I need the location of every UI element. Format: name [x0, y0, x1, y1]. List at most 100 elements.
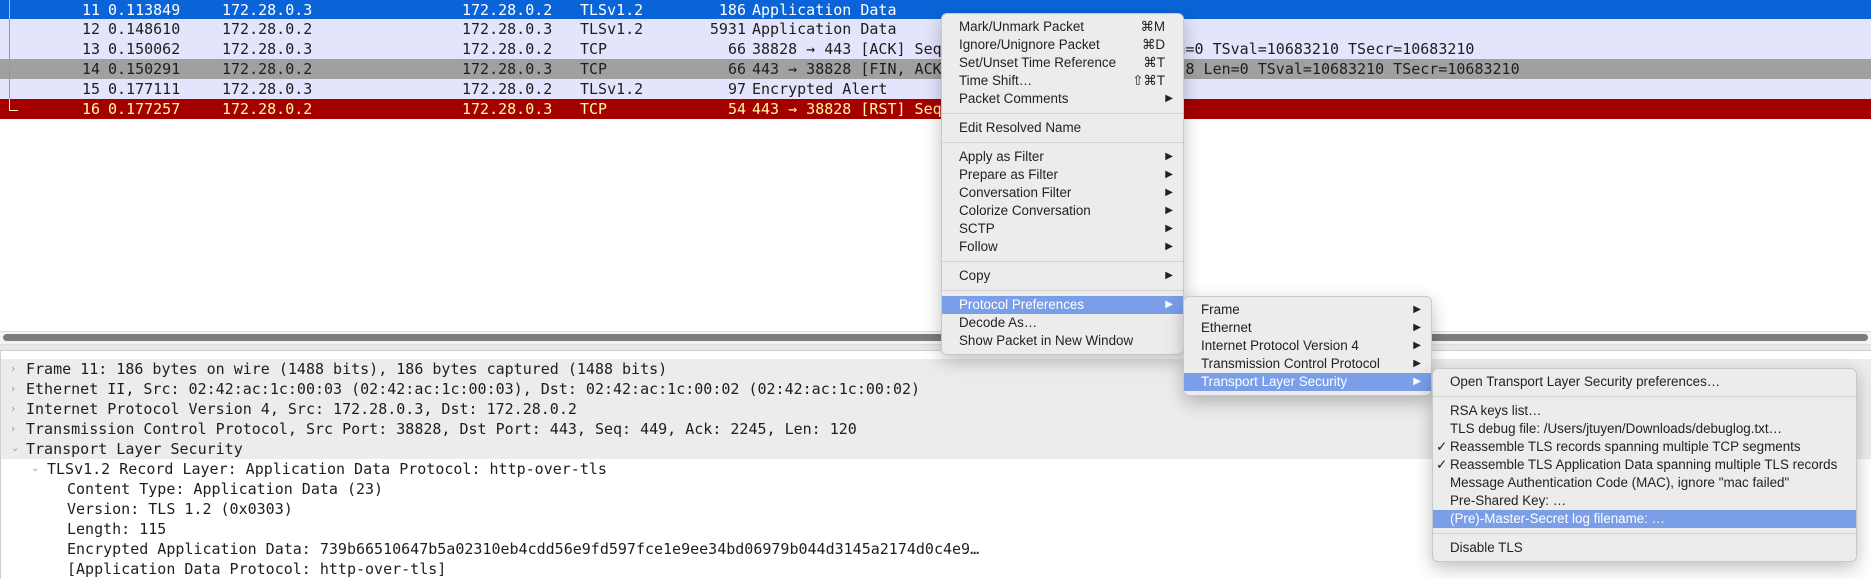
submenu-arrow-icon: ▶ — [1165, 270, 1173, 281]
packet-row[interactable]: 13 0.150062 172.28.0.3 172.28.0.2 TCP 66 38828… — [0, 39, 1871, 59]
packet-number: 14 — [81, 60, 100, 78]
menu-item-ethernet[interactable]: Ethernet ▶ — [1184, 319, 1431, 337]
scrollbar-thumb[interactable] — [3, 334, 1868, 341]
menu-item-transport-layer-security[interactable]: Transport Layer Security ▶ — [1184, 373, 1431, 391]
submenu-arrow-icon: ▶ — [1165, 169, 1173, 180]
menu-item-prepare-as-filter[interactable]: Prepare as Filter ▶ — [942, 166, 1183, 184]
packet-number: 16 — [81, 100, 100, 118]
menu-item-set-unset-time-reference[interactable]: Set/Unset Time Reference ⌘T — [942, 54, 1183, 72]
shortcut-label: ⌘D — [1141, 37, 1165, 52]
submenu-arrow-icon: ▶ — [1165, 187, 1173, 198]
menu-item-label: Colorize Conversation — [959, 203, 1091, 218]
packet-protocol: TLSv1.2 — [580, 1, 644, 19]
menu-item-protocol-preferences[interactable]: Protocol Preferences ▶ — [942, 296, 1183, 314]
detail-text: [Application Data Protocol: http-over-tl… — [67, 560, 447, 578]
menu-item-label: Open Transport Layer Security preference… — [1450, 374, 1721, 389]
menu-item-label: Mark/Unmark Packet — [959, 19, 1085, 34]
collapsed-arrow-icon[interactable]: › — [11, 399, 15, 419]
packet-destination: 172.28.0.3 — [462, 100, 553, 118]
submenu-arrow-icon: ▶ — [1165, 223, 1173, 234]
menu-item-label: Prepare as Filter — [959, 167, 1058, 182]
packet-destination: 172.28.0.2 — [462, 40, 553, 58]
menu-item-pre-shared-key[interactable]: Pre-Shared Key: … — [1433, 492, 1856, 510]
packet-source: 172.28.0.3 — [222, 80, 313, 98]
menu-item-tls-debug-file-users-jtuyen-downloads-debuglog-txt[interactable]: TLS debug file: /Users/jtuyen/Downloads/… — [1433, 420, 1856, 438]
collapsed-arrow-icon[interactable]: › — [11, 379, 15, 399]
detail-row[interactable]: [Application Data Protocol: http-over-tl… — [1, 559, 1871, 579]
menu-item-label: Reassemble TLS records spanning multiple… — [1450, 439, 1801, 454]
packet-row[interactable]: 11 0.113849 172.28.0.3 172.28.0.2 TLSv1.2 186… — [0, 0, 1871, 20]
expanded-arrow-icon[interactable]: ⌄ — [31, 459, 39, 479]
packet-destination: 172.28.0.3 — [462, 20, 553, 38]
menu-item-label: RSA keys list… — [1450, 403, 1542, 418]
packet-row[interactable]: 14 0.150291 172.28.0.2 172.28.0.3 TCP 66 443 →… — [0, 59, 1871, 79]
menu-item-time-shift[interactable]: Time Shift… ⇧⌘T — [942, 72, 1183, 90]
menu-item-reassemble-tls-records-spanning-multiple-tcp-segments[interactable]: ✓ Reassemble TLS records spanning multipl… — [1433, 438, 1856, 456]
horizontal-scrollbar[interactable] — [0, 331, 1871, 345]
menu-item-show-packet-in-new-window[interactable]: Show Packet in New Window — [942, 332, 1183, 350]
menu-item-message-authentication-code-mac-ignore-mac-failed[interactable]: Message Authentication Code (MAC), ignor… — [1433, 474, 1856, 492]
menu-item-copy[interactable]: Copy ▶ — [942, 267, 1183, 285]
menu-item-label: Packet Comments — [959, 91, 1069, 106]
packet-length: 66 — [727, 60, 746, 78]
menu-item-conversation-filter[interactable]: Conversation Filter ▶ — [942, 184, 1183, 202]
checkmark-icon: ✓ — [1436, 457, 1448, 472]
menu-item-decode-as[interactable]: Decode As… — [942, 314, 1183, 332]
detail-text: Content Type: Application Data (23) — [67, 480, 384, 498]
menu-item-label: (Pre)-Master-Secret log filename: … — [1450, 511, 1666, 526]
menu-item-colorize-conversation[interactable]: Colorize Conversation ▶ — [942, 202, 1183, 220]
shortcut-label: ⌘M — [1140, 19, 1165, 34]
shortcut-label: ⌘T — [1143, 55, 1165, 70]
packet-length: 5931 — [709, 20, 746, 38]
menu-item-mark-unmark-packet[interactable]: Mark/Unmark Packet ⌘M — [942, 18, 1183, 36]
submenu-arrow-icon: ▶ — [1165, 93, 1173, 104]
collapsed-arrow-icon[interactable]: › — [11, 359, 15, 379]
menu-item-label: Follow — [959, 239, 998, 254]
menu-item-label: Pre-Shared Key: … — [1450, 493, 1567, 508]
menu-item-reassemble-tls-application-data-spanning-multiple-tls-records[interactable]: ✓ Reassemble TLS Application Data spannin… — [1433, 456, 1856, 474]
packet-source: 172.28.0.2 — [222, 20, 313, 38]
menu-item-label: Internet Protocol Version 4 — [1201, 338, 1359, 353]
menu-item-label: Set/Unset Time Reference — [959, 55, 1117, 70]
detail-text: Transmission Control Protocol, Src Port:… — [26, 420, 857, 438]
packet-destination: 172.28.0.2 — [462, 1, 553, 19]
menu-item-rsa-keys-list[interactable]: RSA keys list… — [1433, 402, 1856, 420]
detail-text: Length: 115 — [67, 520, 167, 538]
expanded-arrow-icon[interactable]: ⌄ — [11, 439, 19, 459]
packet-time: 0.150291 — [108, 60, 181, 78]
menu-item-transmission-control-protocol[interactable]: Transmission Control Protocol ▶ — [1184, 355, 1431, 373]
collapsed-arrow-icon[interactable]: › — [11, 419, 15, 439]
menu-separator — [942, 261, 1183, 262]
packet-time: 0.148610 — [108, 20, 181, 38]
menu-item-label: SCTP — [959, 221, 995, 236]
packet-time: 0.113849 — [108, 1, 181, 19]
submenu-arrow-icon: ▶ — [1413, 340, 1421, 351]
menu-item-sctp[interactable]: SCTP ▶ — [942, 220, 1183, 238]
menu-item-label: Edit Resolved Name — [959, 120, 1082, 135]
packet-list[interactable]: 11 0.113849 172.28.0.3 172.28.0.2 TLSv1.2 186… — [0, 0, 1871, 330]
menu-item-ignore-unignore-packet[interactable]: Ignore/Unignore Packet ⌘D — [942, 36, 1183, 54]
shortcut-label: ⇧⌘T — [1132, 73, 1165, 88]
menu-item-packet-comments[interactable]: Packet Comments ▶ — [942, 90, 1183, 108]
tls-preferences-submenu: Open Transport Layer Security preference… — [1432, 368, 1857, 562]
submenu-arrow-icon: ▶ — [1413, 322, 1421, 333]
detail-text: TLSv1.2 Record Layer: Application Data P… — [47, 460, 607, 478]
submenu-arrow-icon: ▶ — [1165, 241, 1173, 252]
menu-item-edit-resolved-name[interactable]: Edit Resolved Name — [942, 119, 1183, 137]
menu-item-label: Time Shift… — [959, 73, 1033, 88]
packet-row[interactable]: 15 0.177111 172.28.0.3 172.28.0.2 TLSv1.2 97 E… — [0, 79, 1871, 99]
submenu-arrow-icon: ▶ — [1165, 205, 1173, 216]
detail-text: Encrypted Application Data: 739b66510647… — [67, 540, 980, 558]
menu-item-frame[interactable]: Frame ▶ — [1184, 301, 1431, 319]
packet-source: 172.28.0.2 — [222, 100, 313, 118]
menu-separator — [942, 290, 1183, 291]
menu-item-pre-master-secret-log-filename[interactable]: (Pre)-Master-Secret log filename: … — [1433, 510, 1856, 528]
menu-item-open-transport-layer-security-preferences[interactable]: Open Transport Layer Security preference… — [1433, 373, 1856, 391]
menu-item-disable-tls[interactable]: Disable TLS — [1433, 539, 1856, 557]
packet-row[interactable]: 16 0.177257 172.28.0.2 172.28.0.3 TCP 54 443 →… — [0, 99, 1871, 119]
packet-protocol: TCP — [580, 100, 608, 118]
menu-item-follow[interactable]: Follow ▶ — [942, 238, 1183, 256]
menu-item-internet-protocol-version-4[interactable]: Internet Protocol Version 4 ▶ — [1184, 337, 1431, 355]
menu-item-apply-as-filter[interactable]: Apply as Filter ▶ — [942, 148, 1183, 166]
packet-row[interactable]: 12 0.148610 172.28.0.2 172.28.0.3 TLSv1.2 593… — [0, 19, 1871, 39]
